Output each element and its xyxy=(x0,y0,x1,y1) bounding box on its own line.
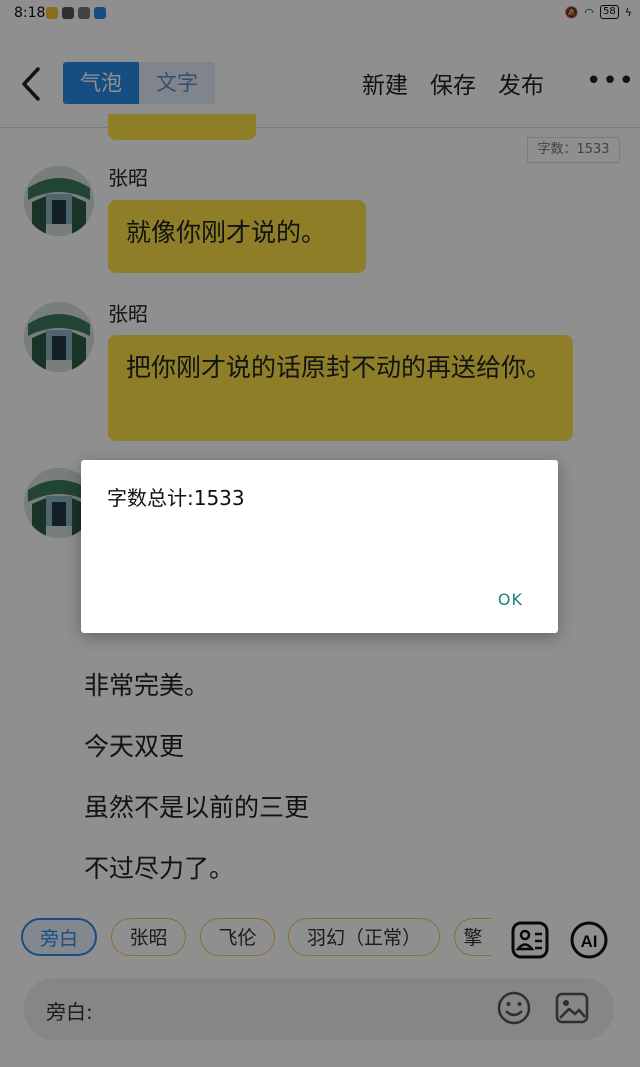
dialog-ok-button[interactable]: OK xyxy=(498,590,523,609)
word-count-dialog: 字数总计:1533 OK xyxy=(81,460,558,633)
dialog-message: 字数总计:1533 xyxy=(107,486,245,510)
